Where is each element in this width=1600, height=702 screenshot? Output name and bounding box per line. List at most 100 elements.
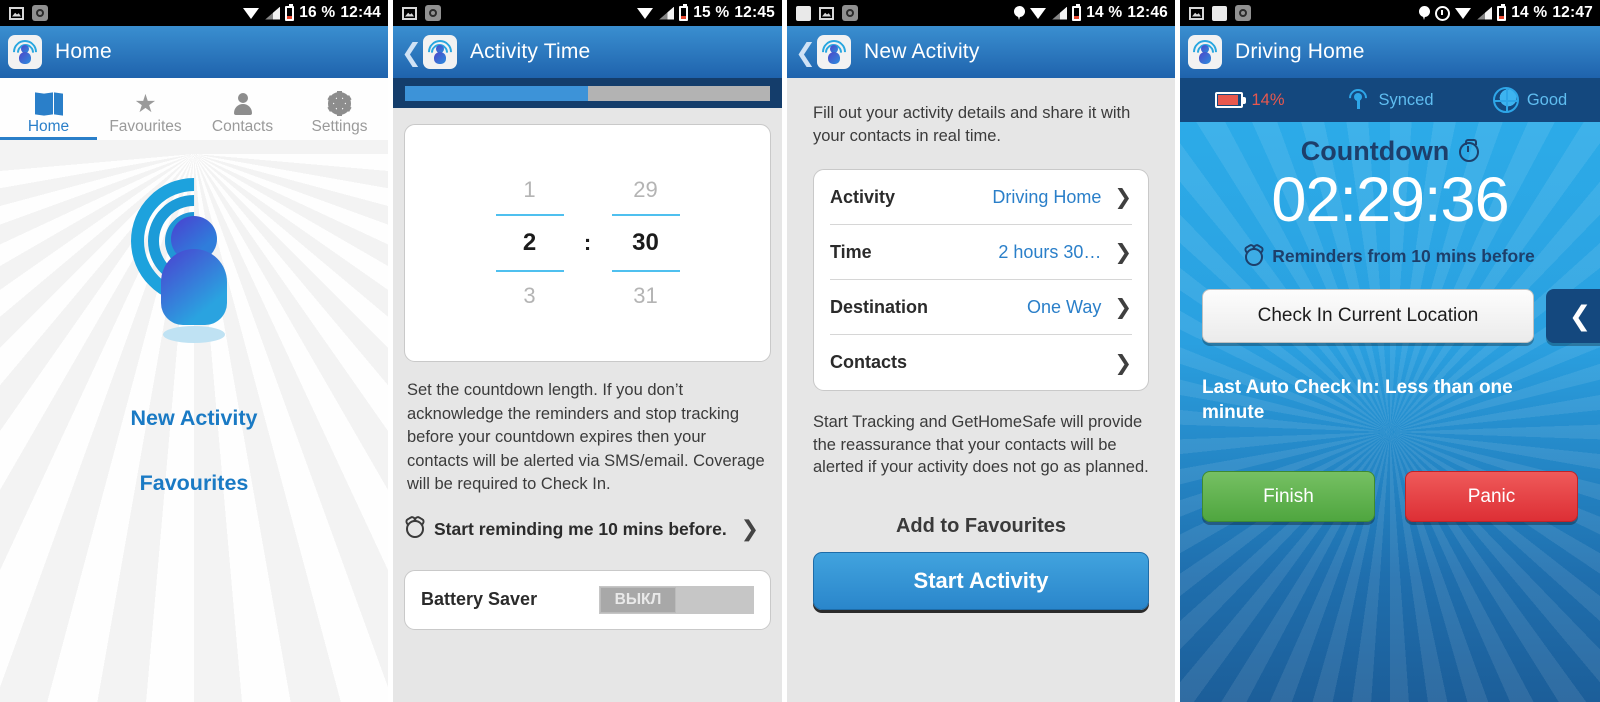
clock-time: 12:46 bbox=[1127, 4, 1168, 21]
panic-button[interactable]: Panic bbox=[1405, 471, 1578, 522]
tracking-status-row: 14% Synced Good bbox=[1180, 78, 1600, 122]
duration-picker[interactable]: 1 2 3 : 29 30 31 bbox=[404, 124, 771, 362]
field-key: Destination bbox=[830, 296, 929, 317]
map-icon bbox=[34, 89, 63, 116]
last-auto-check-in: Last Auto Check In: Less than one minute bbox=[1202, 377, 1513, 423]
add-to-favourites-link[interactable]: Add to Favourites bbox=[813, 515, 1149, 538]
status-bar-right-icons: 14 % 12:47 bbox=[1419, 3, 1593, 22]
person-icon bbox=[233, 89, 252, 115]
driving-home-content: Countdown 02:29:36 Reminders from 10 min… bbox=[1180, 122, 1600, 702]
gear-icon bbox=[327, 89, 352, 116]
countdown-timer: 02:29:36 bbox=[1271, 165, 1509, 235]
field-value: One Way bbox=[1027, 296, 1102, 317]
field-row-activity[interactable]: Activity Driving Home ❯ bbox=[830, 170, 1132, 225]
camera-icon bbox=[842, 5, 858, 21]
clock-time: 12:44 bbox=[340, 4, 381, 21]
action-bar: Driving Home bbox=[1180, 26, 1600, 78]
chevron-right-icon[interactable]: ❯ bbox=[1114, 295, 1132, 319]
alarm-clock-icon bbox=[406, 520, 424, 538]
countdown-description: Set the countdown length. If you don’t a… bbox=[407, 381, 765, 493]
tab-favourites[interactable]: ★ Favourites bbox=[97, 78, 194, 140]
camera-icon bbox=[425, 5, 441, 21]
gps-globe-icon bbox=[1492, 87, 1519, 113]
clock-time: 12:47 bbox=[1552, 4, 1593, 21]
battery-saver-row[interactable]: Battery Saver ВЫКЛ bbox=[404, 569, 771, 630]
hours-column[interactable]: 1 2 3 bbox=[487, 166, 573, 320]
start-tracking-description: Start Tracking and GetHomeSafe will prov… bbox=[813, 413, 1149, 476]
field-row-time[interactable]: Time 2 hours 30… ❯ bbox=[830, 225, 1132, 280]
page-title: New Activity bbox=[863, 40, 980, 63]
wifi-icon bbox=[1455, 7, 1472, 20]
finish-button[interactable]: Finish bbox=[1202, 471, 1375, 522]
battery-icon bbox=[285, 3, 295, 21]
gethomesafe-logo-icon bbox=[1188, 35, 1222, 69]
action-bar: ❮ Activity Time bbox=[393, 26, 782, 78]
field-key: Activity bbox=[830, 186, 896, 207]
wizard-progress bbox=[393, 78, 782, 108]
favourites-link[interactable]: Favourites bbox=[140, 471, 249, 496]
minutes-above: 29 bbox=[633, 177, 658, 202]
minutes-column[interactable]: 29 30 31 bbox=[603, 166, 689, 320]
reminder-label: Start reminding me 10 mins before. bbox=[434, 518, 727, 539]
start-activity-button[interactable]: Start Activity bbox=[813, 551, 1149, 610]
back-chevron-icon[interactable]: ❮ bbox=[795, 40, 816, 65]
image-icon bbox=[9, 6, 24, 20]
chevron-right-icon[interactable]: ❯ bbox=[1114, 185, 1132, 209]
battery-saver-toggle[interactable]: ВЫКЛ bbox=[599, 585, 754, 614]
field-key: Contacts bbox=[830, 352, 908, 372]
status-bar-left-icons bbox=[796, 5, 858, 21]
status-bar-right-icons: 15 % 12:45 bbox=[637, 3, 775, 22]
status-bar: 14 % 12:46 bbox=[787, 0, 1175, 26]
picker-separator: : bbox=[583, 230, 592, 255]
gethomesafe-logo-icon bbox=[422, 35, 457, 69]
tab-home[interactable]: Home bbox=[0, 78, 97, 140]
phone-panel-driving-home: 14 % 12:47 Driving Home 14% Synced Good … bbox=[1180, 0, 1600, 702]
battery-icon bbox=[1072, 3, 1082, 21]
signal-sync-icon bbox=[1345, 85, 1372, 111]
location-icon bbox=[1419, 5, 1431, 21]
back-chevron-icon[interactable]: ❮ bbox=[401, 40, 422, 65]
check-in-row: Check In Current Location ❮ bbox=[1202, 289, 1600, 343]
activity-fields-card: Activity Driving Home ❯ Time 2 hours 30…… bbox=[813, 169, 1149, 391]
status-bar: 15 % 12:45 bbox=[393, 0, 782, 26]
countdown-title: Countdown bbox=[1202, 136, 1578, 167]
tab-contacts-label: Contacts bbox=[211, 118, 274, 135]
reminder-row[interactable]: Start reminding me 10 mins before. ❯ bbox=[406, 517, 769, 542]
new-activity-description: Fill out your activity details and share… bbox=[813, 104, 1131, 145]
wifi-icon bbox=[637, 7, 654, 20]
field-row-contacts[interactable]: Contacts ❯ bbox=[830, 335, 1132, 390]
alarm-clock-icon bbox=[1245, 247, 1264, 266]
tab-settings[interactable]: Settings bbox=[291, 78, 388, 140]
gethomesafe-person-signal-icon bbox=[104, 151, 284, 343]
status-battery: 14% bbox=[1180, 91, 1320, 110]
battery-percent-label: 14% bbox=[1251, 90, 1285, 109]
phone-panel-new-activity: 14 % 12:46 ❮ New Activity Fill out your … bbox=[787, 0, 1175, 702]
chevron-right-icon[interactable]: ❯ bbox=[1114, 240, 1132, 264]
battery-percent: 16 % bbox=[299, 4, 336, 21]
toggle-knob-label: ВЫКЛ bbox=[600, 586, 676, 613]
field-row-destination[interactable]: Destination One Way ❯ bbox=[830, 280, 1132, 335]
new-activity-link[interactable]: New Activity bbox=[130, 406, 257, 431]
chevron-right-icon[interactable]: ❯ bbox=[741, 517, 759, 542]
status-gps: Good bbox=[1460, 87, 1600, 113]
chevron-left-icon[interactable]: ❮ bbox=[1546, 289, 1600, 343]
status-bar-left-icons bbox=[402, 5, 441, 21]
status-bar-left-icons bbox=[9, 5, 48, 21]
signal-icon bbox=[659, 6, 675, 20]
tab-settings-label: Settings bbox=[311, 118, 368, 135]
signal-icon bbox=[1477, 6, 1493, 20]
tab-contacts[interactable]: Contacts bbox=[194, 78, 291, 140]
screenshot-strip: 16 % 12:44 Home Home ★ Favourites Contac… bbox=[0, 0, 1600, 702]
action-bar: ❮ New Activity bbox=[787, 26, 1175, 78]
battery-percent: 15 % bbox=[693, 4, 730, 21]
star-icon: ★ bbox=[134, 89, 157, 118]
wifi-icon bbox=[1030, 7, 1047, 20]
progress-fill bbox=[405, 85, 588, 101]
hours-below: 3 bbox=[523, 283, 536, 308]
home-content: New Activity Favourites bbox=[0, 140, 388, 702]
battery-icon bbox=[1497, 3, 1507, 21]
tab-favourites-label: Favourites bbox=[109, 118, 182, 135]
check-in-current-location-button[interactable]: Check In Current Location bbox=[1202, 289, 1534, 343]
gethomesafe-logo-icon bbox=[8, 35, 42, 69]
chevron-right-icon[interactable]: ❯ bbox=[1114, 351, 1132, 375]
